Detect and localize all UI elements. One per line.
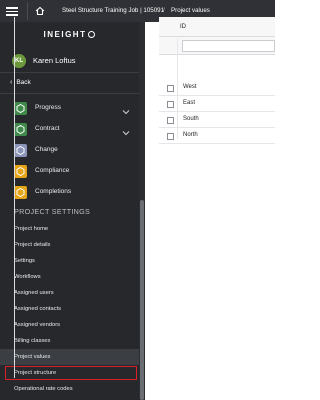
chevron-left-icon: ‹ bbox=[10, 79, 13, 86]
row-checkbox[interactable] bbox=[167, 101, 174, 108]
table-cell-id: East bbox=[183, 100, 196, 106]
hamburger-menu-icon[interactable] bbox=[6, 5, 18, 17]
id-filter-input[interactable] bbox=[182, 40, 275, 52]
row-checkbox[interactable] bbox=[167, 85, 174, 92]
sidebar-item-operational-rate-codes[interactable]: Operational rate codes bbox=[14, 386, 73, 392]
home-icon[interactable] bbox=[33, 4, 47, 18]
sidebar-scrollbar-thumb[interactable] bbox=[140, 200, 144, 400]
row-checkbox[interactable] bbox=[167, 117, 174, 124]
column-divider bbox=[177, 39, 178, 139]
column-header-id[interactable]: ID bbox=[180, 24, 186, 30]
data-grid bbox=[14, 17, 130, 378]
grid-header bbox=[159, 17, 275, 37]
table-cell-id: South bbox=[183, 116, 199, 122]
table-cell-id: North bbox=[183, 132, 198, 138]
table-cell-id: West bbox=[183, 84, 197, 90]
row-checkbox[interactable] bbox=[167, 133, 174, 140]
main-content: + bbox=[145, 22, 275, 400]
